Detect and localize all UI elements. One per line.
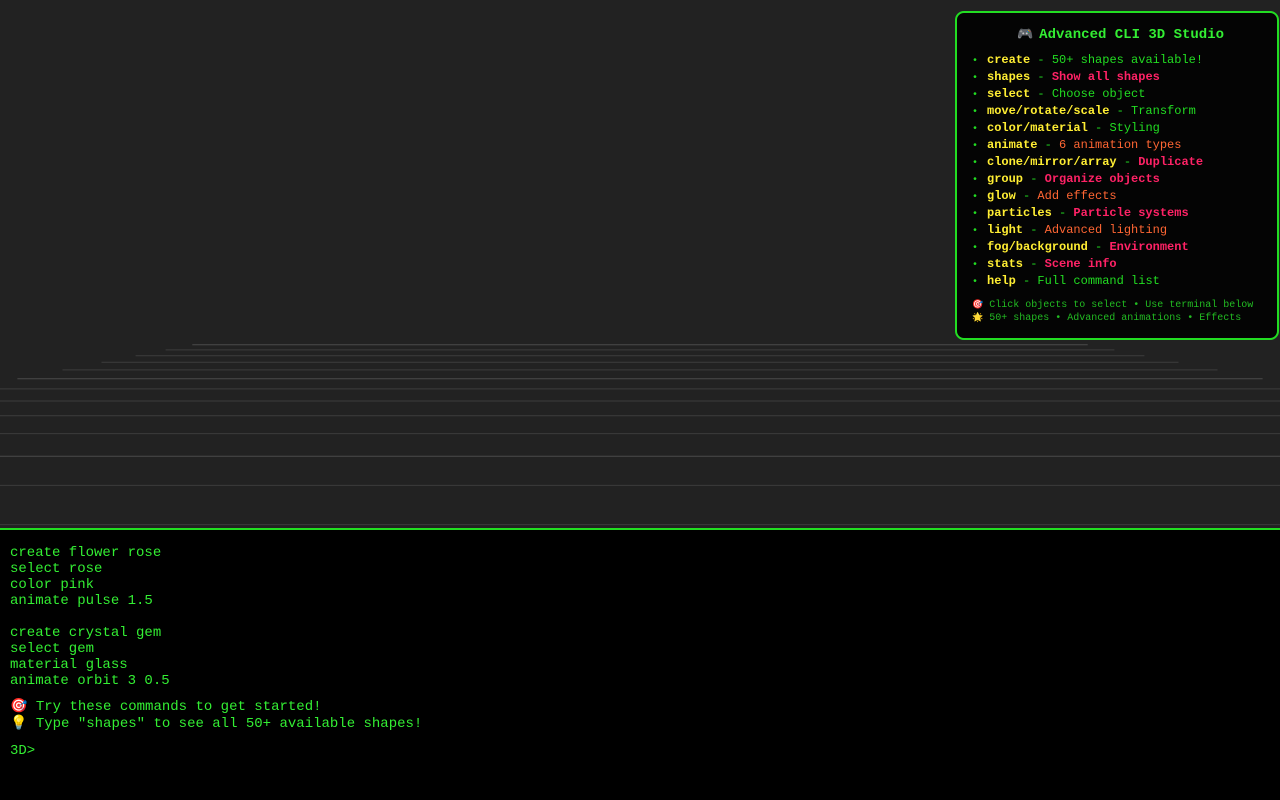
command-list: • create - 50+ shapes available! • shapes -… [972, 52, 1269, 290]
command-item-create: • create - 50+ shapes available! [972, 52, 1269, 69]
command-name: glow [987, 189, 1016, 203]
command-name: color/material [987, 121, 1088, 135]
bullet-icon: • [972, 260, 979, 271]
command-name: help [987, 274, 1016, 288]
terminal-line: create crystal gem [10, 625, 162, 641]
terminal-line: animate orbit 3 0.5 [10, 673, 170, 689]
command-description: Advanced lighting [1044, 223, 1168, 237]
command-name: fog/background [987, 240, 1088, 254]
terminal-panel[interactable]: create flower rose select rose color pink a… [0, 528, 1280, 800]
command-item-stats: • stats - Scene info [972, 256, 1269, 273]
command-description: Environment [1109, 240, 1189, 254]
bullet-icon: • [972, 124, 979, 135]
star-icon: 🌟 [972, 313, 984, 323]
command-description: Add effects [1037, 189, 1117, 203]
3d-viewport[interactable]: 🎮 Advanced CLI 3D Studio • create - 50+ sh… [0, 0, 1280, 528]
command-item-group: • group - Organize objects [972, 171, 1269, 188]
help-title-text: Advanced CLI 3D Studio [1039, 27, 1225, 43]
bullet-icon: • [972, 158, 979, 169]
terminal-prompt: 3D> [10, 743, 36, 759]
terminal-output-block: create flower rose select rose color pink a… [10, 545, 1270, 609]
command-description: Particle systems [1073, 206, 1189, 220]
terminal-line: color pink [10, 577, 95, 593]
command-item-select: • select - Choose object [972, 86, 1269, 103]
command-description: Organize objects [1044, 172, 1160, 186]
help-panel: 🎮 Advanced CLI 3D Studio • create - 50+ sh… [955, 11, 1279, 340]
help-title: 🎮 Advanced CLI 3D Studio [972, 27, 1269, 43]
target-icon: 🎯 [10, 698, 28, 714]
bullet-icon: • [972, 192, 979, 203]
command-description: Show all shapes [1051, 70, 1160, 84]
bullet-icon: • [972, 56, 979, 67]
command-name: light [987, 223, 1024, 237]
command-description: Full command list [1037, 274, 1160, 288]
command-item-particles: • particles - Particle systems [972, 205, 1269, 222]
terminal-line: select rose [10, 561, 103, 577]
command-description: Styling [1109, 121, 1160, 135]
help-footer-line: 🌟 50+ shapes • Advanced animations • Eff… [972, 313, 1242, 324]
command-description: Choose object [1051, 87, 1146, 101]
help-footer-line: 🎯 Click objects to select • Use terminal… [972, 300, 1254, 311]
help-footer: 🎯 Click objects to select • Use terminal… [972, 299, 1269, 325]
command-name: stats [987, 257, 1024, 271]
command-item-clone-mirror-array: • clone/mirror/array - Duplicate [972, 154, 1269, 171]
lightbulb-icon: 💡 [10, 715, 28, 731]
bullet-icon: • [972, 226, 979, 237]
terminal-line: material glass [10, 657, 128, 673]
command-item-shapes: • shapes - Show all shapes [972, 69, 1269, 86]
bullet-icon: • [972, 175, 979, 186]
terminal-tip: 💡 Type "shapes" to see all 50+ available… [10, 715, 423, 732]
bullet-icon: • [972, 90, 979, 101]
terminal-line: animate pulse 1.5 [10, 593, 153, 609]
terminal-tip: 🎯 Try these commands to get started! [10, 698, 322, 715]
command-item-glow: • glow - Add effects [972, 188, 1269, 205]
command-name: animate [987, 138, 1038, 152]
command-name: shapes [987, 70, 1031, 84]
bullet-icon: • [972, 73, 979, 84]
command-name: particles [987, 206, 1052, 220]
bullet-icon: • [972, 141, 979, 152]
command-name: move/rotate/scale [987, 104, 1110, 118]
command-description: Duplicate [1138, 155, 1204, 169]
command-item-light: • light - Advanced lighting [972, 222, 1269, 239]
command-item-move-rotate-scale: • move/rotate/scale - Transform [972, 103, 1269, 120]
command-item-help: • help - Full command list [972, 273, 1269, 290]
command-item-animate: • animate - 6 animation types [972, 137, 1269, 154]
terminal-output-block: create crystal gem select gem material gla… [10, 625, 1270, 689]
bullet-icon: • [972, 209, 979, 220]
bullet-icon: • [972, 107, 979, 118]
command-description: Transform [1131, 104, 1196, 118]
command-description: 50+ shapes available! [1051, 53, 1204, 67]
command-description: 6 animation types [1059, 138, 1182, 152]
bullet-icon: • [972, 243, 979, 254]
command-input[interactable] [41, 743, 1242, 759]
command-description: Scene info [1044, 257, 1117, 271]
terminal-prompt-row: 3D> [10, 743, 1270, 759]
command-item-fog-background: • fog/background - Environment [972, 239, 1269, 256]
terminal-line: select gem [10, 641, 95, 657]
command-name: clone/mirror/array [987, 155, 1117, 169]
command-name: select [987, 87, 1031, 101]
bullet-icon: • [972, 277, 979, 288]
command-item-color-material: • color/material - Styling [972, 120, 1269, 137]
command-name: group [987, 172, 1024, 186]
gamepad-icon: 🎮 [1016, 27, 1034, 42]
target-icon: 🎯 [972, 300, 984, 310]
command-name: create [987, 53, 1031, 67]
terminal-line: create flower rose [10, 545, 162, 561]
